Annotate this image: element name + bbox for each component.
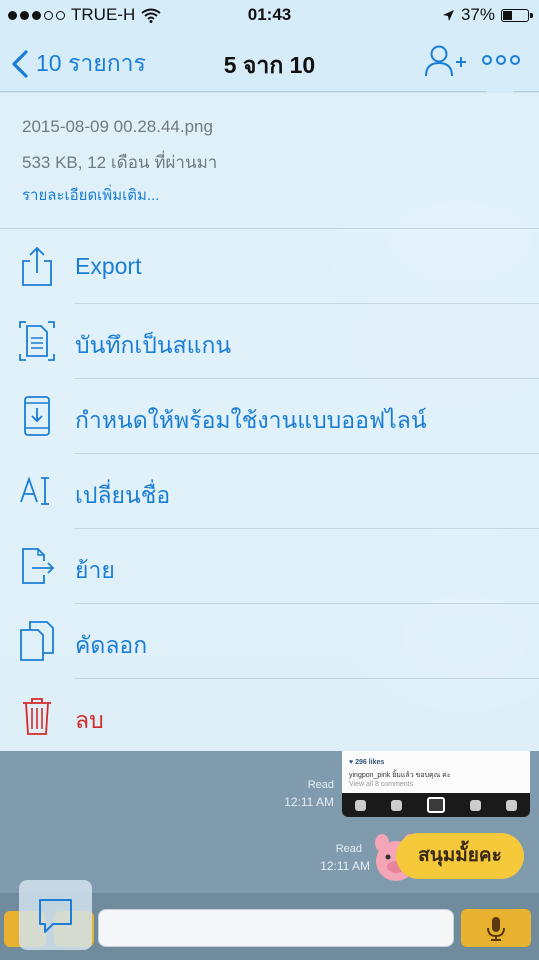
menu-item-label: Export <box>75 253 142 279</box>
file-actions-panel: 2015-08-09 00.28.44.png 533 KB, 12 เดือน… <box>0 93 539 751</box>
status-right: 37% <box>442 5 533 25</box>
file-meta: 533 KB, 12 เดือน ที่ผ่านมา <box>22 153 218 172</box>
search-icon <box>390 799 402 811</box>
shared-image-thumbnail[interactable]: ♥ 296 likes yingpon_pink ยิ้มแล้ว ขอบคุณ… <box>342 751 530 817</box>
voice-button[interactable] <box>461 909 531 947</box>
message-input[interactable] <box>98 909 454 947</box>
share-icon <box>22 246 52 286</box>
menu-item-export[interactable]: Export <box>0 229 539 304</box>
message-time: 12:11 AM <box>320 859 370 873</box>
trash-icon <box>23 698 51 735</box>
menu-item-label: เปลี่ยนชื่อ <box>75 482 171 508</box>
location-arrow-icon <box>442 9 454 21</box>
menu-item-delete[interactable]: ลบ <box>0 679 539 754</box>
more-options-icon[interactable] <box>482 54 520 66</box>
menu-item-rename[interactable]: เปลี่ยนชื่อ <box>0 454 539 529</box>
menu-item-make-offline[interactable]: กำหนดให้พร้อมใช้งานแบบออฟไลน์ <box>0 379 539 454</box>
back-label: 10 รายการ <box>36 50 146 76</box>
heart-icon <box>470 799 482 811</box>
chat-bubble-button[interactable] <box>19 880 92 950</box>
add-user-icon[interactable] <box>424 44 468 78</box>
scan-document-icon <box>19 321 55 361</box>
menu-item-copy[interactable]: คัดลอก <box>0 604 539 679</box>
menu-item-label: คัดลอก <box>75 632 148 658</box>
read-receipt: Read <box>307 779 334 791</box>
microphone-icon <box>487 917 505 941</box>
back-button[interactable]: 10 รายการ <box>10 46 146 82</box>
menu-item-save-as-scan[interactable]: บันทึกเป็นสแกน <box>0 304 539 379</box>
thumbnail-tabbar <box>342 793 530 817</box>
thumbnail-likes: ♥ 296 likes <box>349 759 385 766</box>
menu-item-label: ย้าย <box>75 557 115 583</box>
profile-icon <box>506 799 518 811</box>
read-receipt: Read <box>335 843 362 855</box>
offline-device-icon <box>24 396 50 436</box>
chat-bubble-icon <box>39 899 72 933</box>
thumbnail-comments: View all 8 comments <box>349 781 414 788</box>
rename-icon <box>20 476 49 505</box>
thumbnail-caption: yingpon_pink ยิ้มแล้ว ขอบคุณ ค่ะ <box>349 772 451 779</box>
file-name: 2015-08-09 00.28.44.png <box>22 117 213 136</box>
battery-fill <box>503 10 512 20</box>
menu-item-label: กำหนดให้พร้อมใช้งานแบบออฟไลน์ <box>75 407 427 433</box>
battery-icon <box>501 8 533 22</box>
home-icon <box>354 799 366 811</box>
more-details-link[interactable]: รายละเอียดเพิ่มเติม... <box>22 183 159 207</box>
status-bar: TRUE-H 01:43 37% <box>0 0 539 32</box>
menu-item-move[interactable]: ย้าย <box>0 529 539 604</box>
camera-icon <box>426 797 445 813</box>
sticker-text: สนุมมั้ยคะ <box>396 833 524 879</box>
menu-item-label: บันทึกเป็นสแกน <box>75 332 232 358</box>
move-file-icon <box>22 548 55 584</box>
chevron-left-icon <box>12 50 28 78</box>
message-time: 12:11 AM <box>284 795 334 809</box>
menu-item-label: ลบ <box>75 707 104 733</box>
copy-icon <box>20 621 54 661</box>
nav-bar: 10 รายการ 5 จาก 10 <box>0 32 539 92</box>
battery-percent: 37% <box>460 5 495 24</box>
